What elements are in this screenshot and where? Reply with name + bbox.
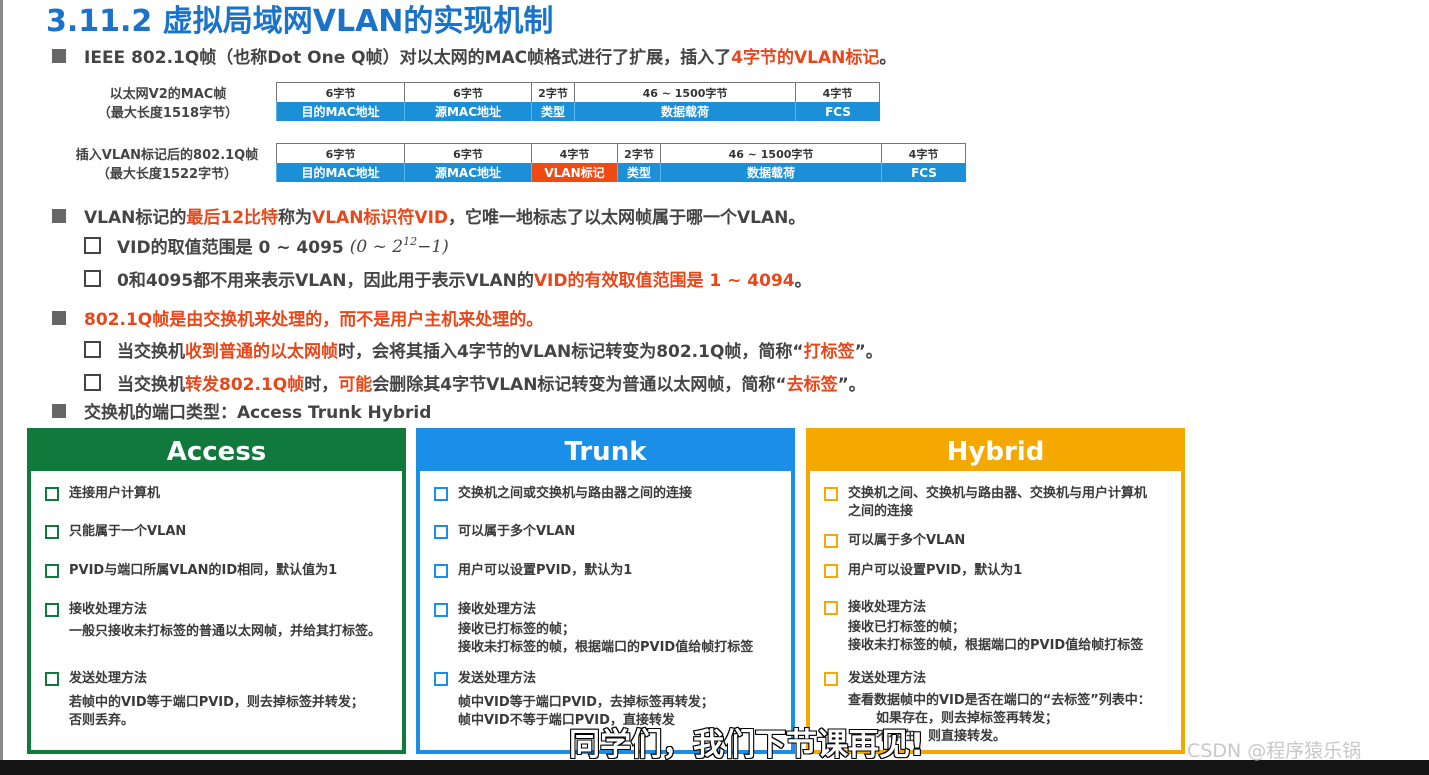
checkbox-icon [84,237,101,254]
access-item-connect: 连接用户计算机 [45,485,392,503]
csdn-watermark: CSDN @程序猿乐锅 [1187,740,1362,762]
frame1-label: 以太网V2的MAC帧 （最大长度1518字节） [97,87,239,121]
checkbox-icon [824,601,838,615]
hybrid-item-pvid: 用户可以设置PVID，默认为1 [824,562,1171,580]
8021q-frame-diagram: 6字节 目的MAC地址 6字节 源MAC地址 4字节 VLAN标记 2字节 类型 46 … [276,143,966,182]
checkbox-icon [434,487,448,501]
checkbox-icon [84,270,101,287]
video-subtitle: 同学们，我们下节课再见! [568,726,925,764]
bullet-square-icon [52,208,66,223]
frame2-field-vlan-tag: 4字节 VLAN标记 [531,143,617,182]
frame1-field-src: 6字节 源MAC地址 [404,82,531,121]
frame2-field-type: 2字节 类型 [617,143,660,182]
frame2-field-src: 6字节 源MAC地址 [404,143,531,182]
checkbox-icon [84,341,101,358]
trunk-item-connect: 交换机之间或交换机与路由器之间的连接 [434,485,781,503]
sub-tagging: 当交换机 收到普通的以太网帧 时，会将其插入4字节的VLAN标记转变为802.1Q帧… [84,337,883,362]
window-left-edge [0,0,3,760]
frame1-field-dst: 6字节 目的MAC地址 [276,82,404,121]
hybrid-panel-title: Hybrid [810,432,1181,471]
hybrid-panel: Hybrid 交换机之间、交换机与路由器、交换机与用户计算机 之间的连接 可以属于… [806,428,1185,754]
frame1-field-fcs: 4字节 FCS [795,82,880,121]
access-panel-body: 连接用户计算机 只能属于一个VLAN PVID与端口所属VLAN的ID相同，默认… [35,471,398,746]
hybrid-panel-body: 交换机之间、交换机与路由器、交换机与用户计算机 之间的连接 可以属于多个VLAN … [814,471,1177,746]
checkbox-icon [434,564,448,578]
checkbox-icon [434,603,448,617]
mac-frame-diagram: 6字节 目的MAC地址 6字节 源MAC地址 2字节 类型 46 ~ 1500字节 数据… [276,82,880,121]
bullet-square-icon [52,48,66,63]
access-item-pvid: PVID与端口所属VLAN的ID相同，默认值为1 [45,562,392,580]
hybrid-item-receive: 接收处理方法 接收已打标签的帧； 接收未打标签的帧，根据端口的PVID值给帧打标签 [824,599,1171,655]
checkbox-icon [45,603,59,617]
frame2-label: 插入VLAN标记后的802.1Q帧 （最大长度1522字节） [75,148,259,182]
bullet-vid: VLAN标记的 最后12比特 称为 VLAN标识符VID ，它唯一地标志了以太网帧属于哪… [52,203,805,228]
checkbox-icon [45,672,59,686]
sub-untagging: 当交换机 转发802.1Q帧 时， 可能 会删除其4字节VLAN标记转变为普通以太网帧，… [84,370,866,395]
trunk-item-vlan: 可以属于多个VLAN [434,523,781,541]
access-panel: Access 连接用户计算机 只能属于一个VLAN PVID与端口所属VLAN的… [27,428,406,754]
sub-vid-range: VID的取值范围是 0 ~ 4095 (0 ~ 212−1) [84,233,449,258]
frame2-field-fcs: 4字节 FCS [881,143,966,182]
checkbox-icon [824,534,838,548]
bullet-port-types: 交换机的端口类型：Access Trunk Hybrid [52,398,431,423]
trunk-panel-body: 交换机之间或交换机与路由器之间的连接 可以属于多个VLAN 用户可以设置PVID… [424,471,787,746]
frame2-field-dst: 6字节 目的MAC地址 [276,143,404,182]
access-item-receive: 接收处理方法 一般只接收未打标签的普通以太网帧，并给其打标签。 [45,601,392,641]
bullet-square-icon [52,310,66,325]
page-title: 3.11.2 虚拟局域网VLAN的实现机制 [46,4,554,39]
vid-range-formula: (0 ~ 212−1) [349,234,449,257]
checkbox-icon [824,672,838,686]
trunk-item-receive: 接收处理方法 接收已打标签的帧； 接收未打标签的帧，根据端口的PVID值给帧打标签 [434,601,781,657]
frame2-field-payload: 46 ~ 1500字节 数据载荷 [660,143,881,182]
checkbox-icon [45,564,59,578]
frame1-field-type: 2字节 类型 [531,82,574,121]
checkbox-icon [45,487,59,501]
frame1-field-payload: 46 ~ 1500字节 数据载荷 [574,82,795,121]
checkbox-icon [824,564,838,578]
bullet-8021q-intro: IEEE 802.1Q帧（也称Dot One Q帧）对以太网的MAC帧格式进行了… [52,43,896,68]
access-item-send: 发送处理方法 若帧中的VID等于端口PVID，则去掉标签并转发； 否则丢弃。 [45,670,392,730]
trunk-panel: Trunk 交换机之间或交换机与路由器之间的连接 可以属于多个VLAN 用户可以… [416,428,795,754]
hybrid-item-connect: 交换机之间、交换机与路由器、交换机与用户计算机 之间的连接 [824,485,1171,521]
trunk-item-pvid: 用户可以设置PVID，默认为1 [434,562,781,580]
bullet-switch-processing: 802.1Q帧是由交换机来处理的，而不是用户主机来处理的。 [52,305,543,330]
access-panel-title: Access [31,432,402,471]
access-item-vlan: 只能属于一个VLAN [45,523,392,541]
checkbox-icon [824,487,838,501]
checkbox-icon [434,525,448,539]
checkbox-icon [45,525,59,539]
hybrid-item-vlan: 可以属于多个VLAN [824,532,1171,550]
checkbox-icon [84,374,101,391]
sub-vid-valid-range: 0和4095都不用来表示VLAN，因此用于表示VLAN的 VID的有效取值范围是 … [84,266,812,291]
checkbox-icon [434,672,448,686]
trunk-panel-title: Trunk [420,432,791,471]
bullet-square-icon [52,403,66,418]
